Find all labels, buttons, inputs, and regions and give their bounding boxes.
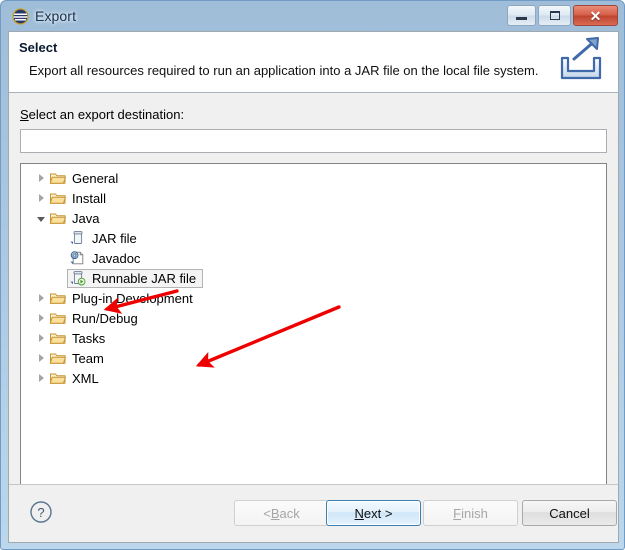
chevron-right-icon[interactable] xyxy=(33,290,49,306)
back-button[interactable]: < Back xyxy=(234,500,329,526)
tree-item-label: General xyxy=(72,170,119,186)
chevron-right-icon[interactable] xyxy=(33,190,49,206)
dialog-button-bar: ? < Back Next > Finish Cancel xyxy=(9,484,618,542)
folder-icon xyxy=(49,190,67,206)
export-wizard-icon xyxy=(552,34,610,90)
tree-item-content: Tasks xyxy=(49,330,107,346)
tree-item-general[interactable]: General xyxy=(21,168,606,188)
minimize-icon xyxy=(516,17,527,20)
chevron-down-icon[interactable] xyxy=(33,210,49,226)
tree-item-xml[interactable]: XML xyxy=(21,368,606,388)
next-button[interactable]: Next > xyxy=(326,500,421,526)
tree-item-content: JAR file xyxy=(69,230,139,246)
svg-text:?: ? xyxy=(37,505,44,520)
folder-icon xyxy=(49,370,67,386)
jar-file-icon xyxy=(69,230,87,246)
tree-item-label: Install xyxy=(72,190,106,206)
tree-item-javadoc[interactable]: @ Javadoc xyxy=(21,248,606,268)
tree-item-content: Install xyxy=(49,190,108,206)
tree-item-label: Javadoc xyxy=(92,250,141,266)
tree-item-plug-in-development[interactable]: Plug-in Development xyxy=(21,288,606,308)
tree-item-content: XML xyxy=(49,370,101,386)
chevron-right-icon[interactable] xyxy=(33,310,49,326)
next-button-suffix: ext > xyxy=(363,505,393,521)
tree-item-label: JAR file xyxy=(92,230,137,246)
tree-item-java[interactable]: Java xyxy=(21,208,606,228)
tree-item-content: @ Javadoc xyxy=(69,250,142,266)
minimize-button[interactable] xyxy=(507,5,536,26)
tree-item-content: General xyxy=(49,170,120,186)
tree-item-jar-file[interactable]: JAR file xyxy=(21,228,606,248)
tree-item-run-debug[interactable]: Run/Debug xyxy=(21,308,606,328)
tree-item-label: Runnable JAR file xyxy=(92,270,197,286)
tree-item-install[interactable]: Install xyxy=(21,188,606,208)
tree-item-team[interactable]: Team xyxy=(21,348,606,368)
javadoc-icon: @ xyxy=(69,250,87,266)
tree-item-label: XML xyxy=(72,370,99,386)
maximize-icon xyxy=(549,11,560,20)
wizard-header: Select Export all resources required to … xyxy=(9,32,618,93)
back-button-mnemonic: B xyxy=(270,505,280,521)
finish-button-mnemonic: F xyxy=(453,505,462,521)
chevron-right-icon[interactable] xyxy=(33,370,49,386)
tree-item-content: Team xyxy=(49,350,106,366)
titlebar: Export ✕ xyxy=(1,1,625,31)
cancel-button-suffix: Cancel xyxy=(549,505,590,521)
tree-item-label: Tasks xyxy=(72,330,106,346)
close-button[interactable]: ✕ xyxy=(573,5,618,26)
dialog-client-area: Select Export all resources required to … xyxy=(8,31,619,543)
chevron-right-icon[interactable] xyxy=(33,170,49,186)
export-destination-tree[interactable]: General Install Java JAR file @ Javadoc Runnab… xyxy=(20,163,607,485)
svg-text:@: @ xyxy=(72,253,77,259)
next-button-mnemonic: N xyxy=(354,505,364,521)
folder-open-icon xyxy=(49,210,67,226)
back-button-prefix: < xyxy=(263,505,271,521)
tree-item-label: Run/Debug xyxy=(72,310,138,326)
tree-item-label: Team xyxy=(72,350,104,366)
tree-item-tasks[interactable]: Tasks xyxy=(21,328,606,348)
export-dialog-window: Export ✕ Select Export all resources req… xyxy=(0,0,625,550)
wizard-body: Select an export destination: General Ins… xyxy=(9,93,618,542)
tree-item-label: Java xyxy=(72,210,100,226)
destination-label-mnemonic: S xyxy=(20,107,29,122)
back-button-suffix: ack xyxy=(279,505,300,521)
close-icon: ✕ xyxy=(589,7,602,24)
chevron-right-icon[interactable] xyxy=(33,350,49,366)
tree-item-selection-box: Runnable JAR file xyxy=(67,268,204,288)
tree-item-content: Run/Debug xyxy=(49,310,140,326)
help-icon[interactable]: ? xyxy=(29,500,53,524)
folder-icon xyxy=(49,170,67,186)
folder-icon xyxy=(49,350,67,366)
tree-item-runnable-jar-file[interactable]: Runnable JAR file xyxy=(21,268,606,288)
tree-item-content: Java xyxy=(49,210,101,226)
cancel-button[interactable]: Cancel xyxy=(522,500,617,526)
tree-item-label: Plug-in Development xyxy=(72,290,193,306)
eclipse-logo-icon xyxy=(12,7,29,25)
filter-input[interactable] xyxy=(20,129,607,153)
destination-label: Select an export destination: xyxy=(20,107,607,122)
destination-label-text: elect an export destination: xyxy=(28,107,185,122)
finish-button-suffix: inish xyxy=(461,505,488,521)
page-description: Export all resources required to run an … xyxy=(29,63,539,78)
chevron-right-icon[interactable] xyxy=(33,330,49,346)
folder-icon xyxy=(49,310,67,326)
runnable-jar-icon xyxy=(69,270,87,286)
folder-icon xyxy=(49,290,67,306)
finish-button[interactable]: Finish xyxy=(423,500,518,526)
tree-item-content: Plug-in Development xyxy=(49,290,195,306)
page-title: Select xyxy=(19,40,58,55)
window-controls: ✕ xyxy=(507,5,618,26)
maximize-button[interactable] xyxy=(538,5,571,26)
folder-icon xyxy=(49,330,67,346)
